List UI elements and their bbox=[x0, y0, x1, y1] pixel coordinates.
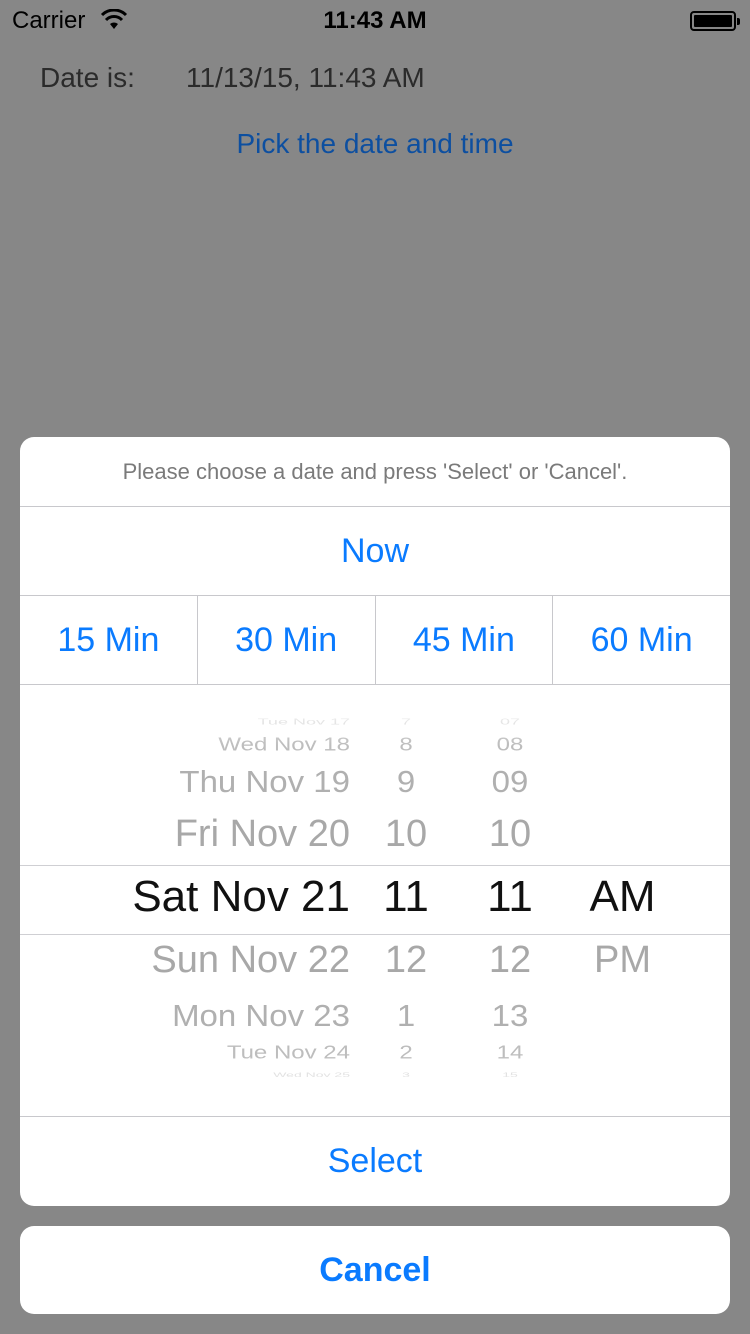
ampm-option[interactable]: AM bbox=[570, 875, 675, 919]
hour-option[interactable]: 10 bbox=[360, 815, 452, 853]
date-value: 11/13/15, 11:43 AM bbox=[186, 62, 425, 93]
minute-option[interactable]: 10 bbox=[460, 815, 560, 853]
status-bar: Carrier 11:43 AM bbox=[0, 0, 750, 40]
date-wheel[interactable]: Tue Nov 17Wed Nov 18Thu Nov 19Fri Nov 20… bbox=[20, 685, 360, 1116]
date-label: Date is: bbox=[40, 62, 135, 93]
date-option[interactable]: Thu Nov 19 bbox=[179, 766, 350, 796]
45-min-button[interactable]: 45 Min bbox=[376, 596, 554, 684]
date-picker-sheet: Please choose a date and press 'Select' … bbox=[20, 437, 730, 1206]
hour-option[interactable]: 12 bbox=[360, 941, 452, 979]
date-time-picker[interactable]: Tue Nov 17Wed Nov 18Thu Nov 19Fri Nov 20… bbox=[20, 685, 730, 1117]
ampm-option[interactable]: PM bbox=[570, 941, 675, 979]
date-option[interactable]: Sat Nov 21 bbox=[132, 875, 350, 919]
date-option[interactable]: Fri Nov 20 bbox=[175, 815, 350, 853]
select-button[interactable]: Select bbox=[20, 1117, 730, 1205]
status-time: 11:43 AM bbox=[323, 7, 427, 34]
pick-date-link[interactable]: Pick the date and time bbox=[0, 128, 750, 160]
hour-option[interactable]: 9 bbox=[360, 766, 452, 796]
minute-option[interactable]: 09 bbox=[460, 766, 560, 796]
hour-wheel[interactable]: 789101112123 bbox=[360, 685, 452, 1116]
quick-time-row: 15 Min 30 Min 45 Min 60 Min bbox=[20, 596, 730, 685]
ampm-wheel[interactable]: AM PM bbox=[570, 685, 675, 1116]
battery-icon bbox=[690, 11, 740, 31]
15-min-button[interactable]: 15 Min bbox=[20, 596, 198, 684]
30-min-button[interactable]: 30 Min bbox=[198, 596, 376, 684]
screen: Carrier 11:43 AM Date is: 11/13/15, 11:4… bbox=[0, 0, 750, 1334]
minute-option[interactable]: 12 bbox=[460, 941, 560, 979]
cancel-button[interactable]: Cancel bbox=[20, 1226, 730, 1314]
now-button[interactable]: Now bbox=[20, 507, 730, 596]
date-option[interactable]: Mon Nov 23 bbox=[172, 1000, 350, 1030]
date-option[interactable]: Sun Nov 22 bbox=[151, 941, 350, 979]
hour-option[interactable]: 1 bbox=[360, 1000, 452, 1030]
minute-option[interactable]: 11 bbox=[460, 875, 560, 919]
60-min-button[interactable]: 60 Min bbox=[553, 596, 730, 684]
minute-option[interactable]: 13 bbox=[460, 1000, 560, 1030]
minute-wheel[interactable]: 070809101112131415 bbox=[460, 685, 560, 1116]
hour-option[interactable]: 11 bbox=[360, 875, 452, 919]
sheet-message: Please choose a date and press 'Select' … bbox=[20, 437, 730, 507]
